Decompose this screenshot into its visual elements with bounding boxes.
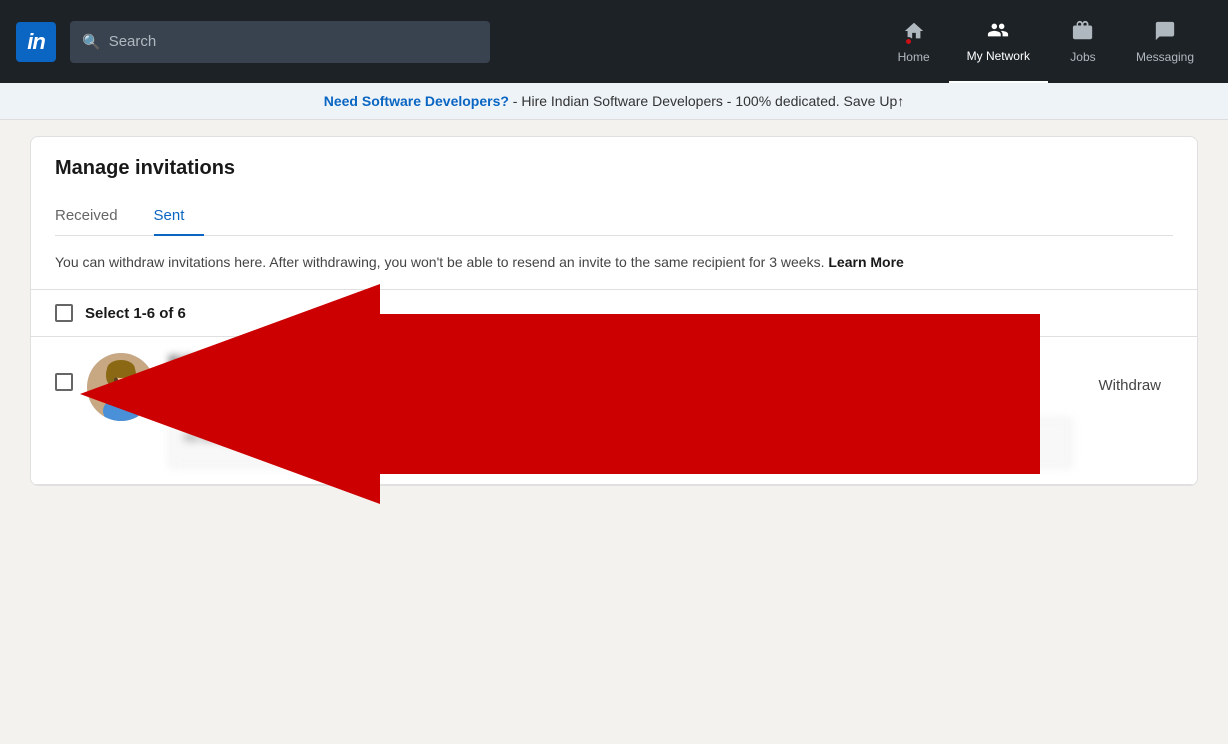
learn-more-link[interactable]: Learn More: [828, 254, 903, 270]
invitation-checkbox[interactable]: [55, 373, 73, 391]
search-icon: 🔍: [82, 33, 101, 51]
select-label: Select 1-6 of 6: [85, 305, 186, 322]
nav-item-messaging[interactable]: Messaging: [1118, 0, 1212, 83]
invitation-message: Hi Kristy, Big Cedar's great, currently …: [169, 418, 1072, 468]
messaging-nav-label: Messaging: [1136, 50, 1194, 64]
jobs-nav-label: Jobs: [1070, 50, 1095, 64]
info-section: You can withdraw invitations here. After…: [31, 236, 1197, 290]
card-wrapper: Manage invitations Received Sent You can…: [30, 136, 1198, 486]
home-nav-label: Home: [898, 50, 930, 64]
card-title: Manage invitations: [55, 157, 1173, 180]
tabs: Received Sent: [55, 196, 1173, 236]
tab-received[interactable]: Received: [55, 197, 138, 236]
nav-item-my-network[interactable]: My Network: [949, 0, 1048, 83]
invitation-time: 1 month ago: [169, 393, 1072, 408]
search-bar: 🔍: [70, 21, 490, 63]
ad-text: - Hire Indian Software Developers - 100%…: [509, 93, 904, 109]
tab-sent[interactable]: Sent: [154, 197, 205, 236]
invitation-job-title: Creative & Production Manager at Big Ced…: [169, 374, 1072, 390]
invitation-item: Kristy Pierce Creative & Production Mana…: [31, 337, 1197, 485]
invitation-info: Kristy Pierce Creative & Production Mana…: [169, 353, 1072, 468]
select-row: Select 1-6 of 6: [31, 290, 1197, 337]
select-all-checkbox[interactable]: [55, 304, 73, 322]
jobs-icon: [1072, 20, 1094, 48]
nav-item-jobs[interactable]: Jobs: [1048, 0, 1118, 83]
invitation-name: Kristy Pierce: [169, 353, 1072, 371]
search-input[interactable]: [109, 33, 478, 50]
notification-dot: [904, 37, 913, 46]
avatar: [87, 353, 155, 421]
card-header: Manage invitations Received Sent: [31, 137, 1197, 236]
ad-banner: Need Software Developers? - Hire Indian …: [0, 83, 1228, 120]
logo-text: in: [27, 29, 45, 55]
ad-link[interactable]: Need Software Developers?: [324, 93, 509, 109]
withdraw-button[interactable]: Withdraw: [1086, 369, 1173, 402]
nav-items: Home My Network Jobs Me: [879, 0, 1212, 83]
my-network-icon: [987, 19, 1009, 47]
nav-item-home[interactable]: Home: [879, 0, 949, 83]
my-network-nav-label: My Network: [967, 49, 1030, 63]
main-content: Manage invitations Received Sent You can…: [14, 136, 1214, 486]
messaging-icon: [1154, 20, 1176, 48]
manage-invitations-card: Manage invitations Received Sent You can…: [30, 136, 1198, 486]
info-text: You can withdraw invitations here. After…: [55, 254, 824, 270]
home-icon: [903, 20, 925, 48]
navbar: in 🔍 Home My Network: [0, 0, 1228, 83]
linkedin-logo[interactable]: in: [16, 22, 56, 62]
